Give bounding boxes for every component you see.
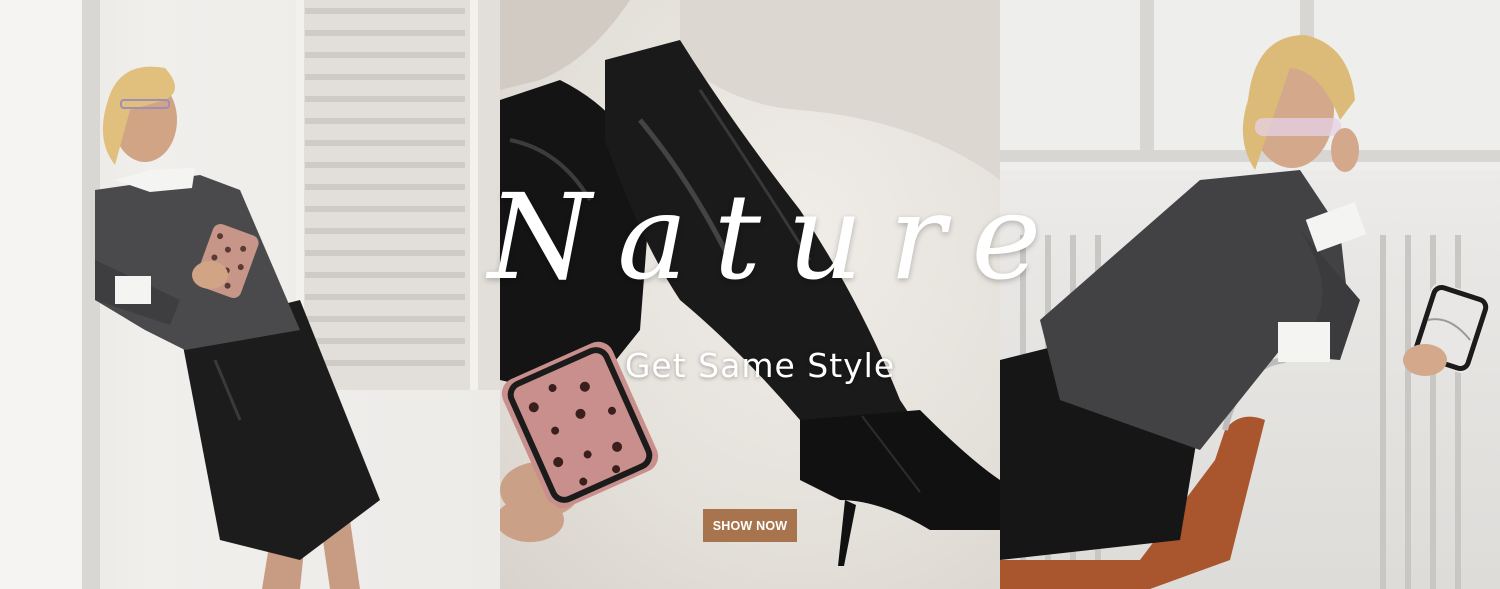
show-now-button[interactable]: SHOW NOW	[703, 509, 797, 542]
headline-title: Nature	[488, 168, 1068, 306]
model-photo-left	[0, 0, 500, 589]
photo-panel-left	[0, 0, 500, 589]
model-photo-right	[1000, 0, 1500, 589]
headline-subtitle: Get Same Style	[624, 346, 896, 385]
photo-panel-right	[1000, 0, 1500, 589]
hero-banner: Nature Get Same Style SHOW NOW	[0, 0, 1500, 589]
